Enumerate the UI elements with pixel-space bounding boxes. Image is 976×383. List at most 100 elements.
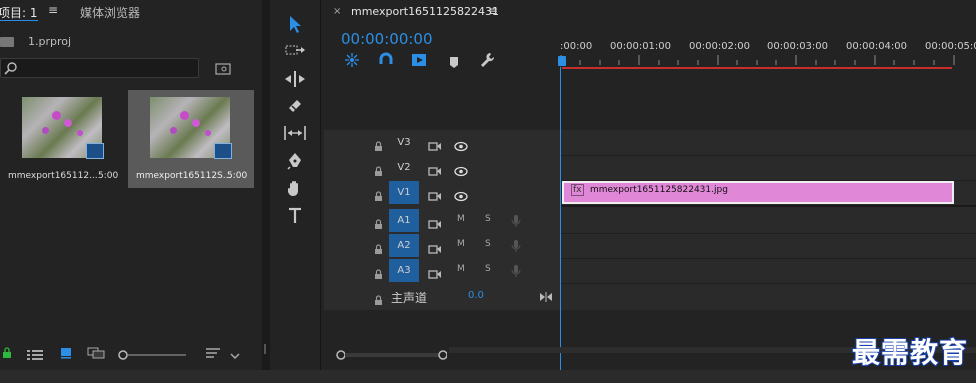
mute-button[interactable]: M — [457, 214, 465, 224]
panel-divider[interactable] — [262, 0, 270, 383]
track-header-v2: V2 — [324, 155, 560, 180]
horizontal-zoom-scrollbar[interactable] — [335, 345, 448, 360]
item-name: mmexport165112... — [8, 171, 98, 181]
ruler-label: 00:00:03:00 — [767, 41, 829, 52]
zoom-slider[interactable] — [118, 345, 188, 360]
lock-icon[interactable] — [2, 344, 12, 358]
track-target-a3[interactable]: A3 — [389, 259, 419, 282]
panel-menu-icon[interactable]: ≡ — [48, 3, 58, 17]
track-target-v1[interactable]: V1 — [389, 181, 419, 204]
image-badge-icon — [214, 143, 232, 159]
playhead-timecode[interactable]: 00:00:00:00 — [341, 30, 433, 48]
lock-icon[interactable] — [374, 240, 384, 254]
microphone-icon[interactable] — [511, 263, 521, 277]
panel-divider-grip — [264, 344, 266, 354]
slip-tool-icon[interactable] — [283, 125, 307, 141]
ruler-label: 00:00:04:00 — [846, 41, 908, 52]
master-volume-value[interactable]: 0.0 — [468, 290, 484, 301]
work-area-bar[interactable] — [562, 67, 952, 69]
list-view-icon[interactable] — [27, 345, 43, 360]
lock-icon[interactable] — [374, 162, 384, 176]
lock-icon[interactable] — [374, 265, 384, 279]
item-duration: 5:00 — [227, 171, 248, 181]
ripple-edit-tool-icon[interactable] — [284, 70, 306, 88]
eye-icon[interactable] — [454, 137, 468, 152]
linked-selection-icon[interactable] — [411, 52, 429, 68]
tab-project[interactable]: 项目: 1 — [0, 4, 38, 21]
tools-panel — [270, 0, 321, 383]
tab-media-browser[interactable]: 媒体浏览器 — [80, 4, 140, 21]
sync-lock-icon[interactable] — [428, 265, 442, 279]
master-track-label: 主声道 — [391, 291, 428, 305]
microphone-icon[interactable] — [511, 213, 521, 227]
mute-button[interactable]: M — [457, 264, 465, 274]
icon-view-icon[interactable] — [60, 344, 72, 359]
panel-menu-icon[interactable]: ≡ — [488, 4, 498, 18]
snap-nest-icon[interactable] — [343, 52, 361, 68]
sync-lock-icon[interactable] — [428, 215, 442, 229]
lock-icon[interactable] — [374, 291, 384, 305]
playhead-line[interactable] — [560, 67, 561, 373]
track-label: A3 — [397, 265, 411, 276]
item-duration: 5:00 — [98, 171, 119, 181]
wrench-icon[interactable] — [479, 52, 495, 68]
folder-icon — [0, 37, 14, 47]
media-item[interactable]: mmexport165112... 5:00 — [0, 90, 126, 188]
search-input[interactable] — [0, 58, 199, 78]
razor-tool-icon[interactable] — [286, 97, 304, 115]
eye-icon[interactable] — [454, 162, 468, 177]
solo-button[interactable]: S — [485, 264, 491, 274]
tab-project-underline — [0, 20, 38, 21]
lock-icon[interactable] — [374, 215, 384, 229]
hand-tool-icon[interactable] — [286, 179, 304, 197]
type-tool-icon[interactable] — [287, 206, 303, 224]
track-label: A2 — [397, 240, 411, 251]
freeform-view-icon[interactable] — [87, 344, 105, 359]
fx-badge: fx — [571, 184, 584, 196]
go-to-end-icon[interactable] — [539, 287, 553, 302]
media-item-selected[interactable]: mmexport165112S... 5:00 — [128, 90, 254, 188]
clip-name: mmexport1651125822431.jpg — [590, 185, 728, 195]
sync-lock-icon[interactable] — [428, 137, 442, 151]
track-target-v2[interactable]: V2 — [389, 156, 419, 179]
timeline-panel: × mmexport1651125822431 ≡ 00:00:00:00 :0… — [321, 0, 976, 383]
playhead-handle[interactable] — [558, 56, 566, 66]
track-header-a3: A3 M S — [324, 258, 560, 283]
track-target-v3[interactable]: V3 — [389, 131, 419, 154]
track-select-tool-icon[interactable] — [284, 43, 306, 59]
solo-button[interactable]: S — [485, 214, 491, 224]
snap-magnet-icon[interactable] — [378, 52, 394, 68]
track-target-a2[interactable]: A2 — [389, 234, 419, 257]
search-icon — [4, 60, 18, 75]
watermark-text: 最需教育 — [851, 335, 969, 370]
project-file-name: 1.prproj — [28, 35, 72, 48]
lock-icon[interactable] — [374, 137, 384, 151]
ruler-label: 00:00:05:00 — [925, 41, 976, 52]
mute-button[interactable]: M — [457, 239, 465, 249]
track-label: A1 — [397, 215, 411, 226]
ruler-label: 00:00:02:00 — [689, 41, 751, 52]
track-label: V3 — [397, 137, 411, 148]
new-search-bin-icon[interactable] — [215, 60, 231, 75]
pen-tool-icon[interactable] — [286, 152, 304, 170]
sequence-tab[interactable]: mmexport1651125822431 — [351, 5, 499, 18]
chevron-down-icon[interactable] — [230, 345, 240, 360]
sync-lock-icon[interactable] — [428, 162, 442, 176]
eye-icon[interactable] — [454, 187, 468, 202]
lock-icon[interactable] — [374, 187, 384, 201]
video-clip[interactable]: fx mmexport1651125822431.jpg — [562, 181, 954, 204]
track-target-a1[interactable]: A1 — [389, 209, 419, 232]
time-ruler[interactable]: :00:00 00:00:01:00 00:00:02:00 00:00:03:… — [558, 38, 976, 69]
close-icon[interactable]: × — [333, 6, 341, 17]
sort-icon[interactable] — [205, 344, 221, 358]
track-label: V1 — [397, 187, 411, 198]
sync-lock-icon[interactable] — [428, 240, 442, 254]
add-marker-icon[interactable] — [449, 54, 459, 68]
track-header-v1: V1 — [324, 180, 560, 205]
solo-button[interactable]: S — [485, 239, 491, 249]
sequence-badge-icon — [86, 143, 104, 159]
selection-tool-icon[interactable] — [287, 14, 303, 34]
sync-lock-icon[interactable] — [428, 187, 442, 201]
ruler-ticks — [560, 55, 955, 65]
microphone-icon[interactable] — [511, 238, 521, 252]
